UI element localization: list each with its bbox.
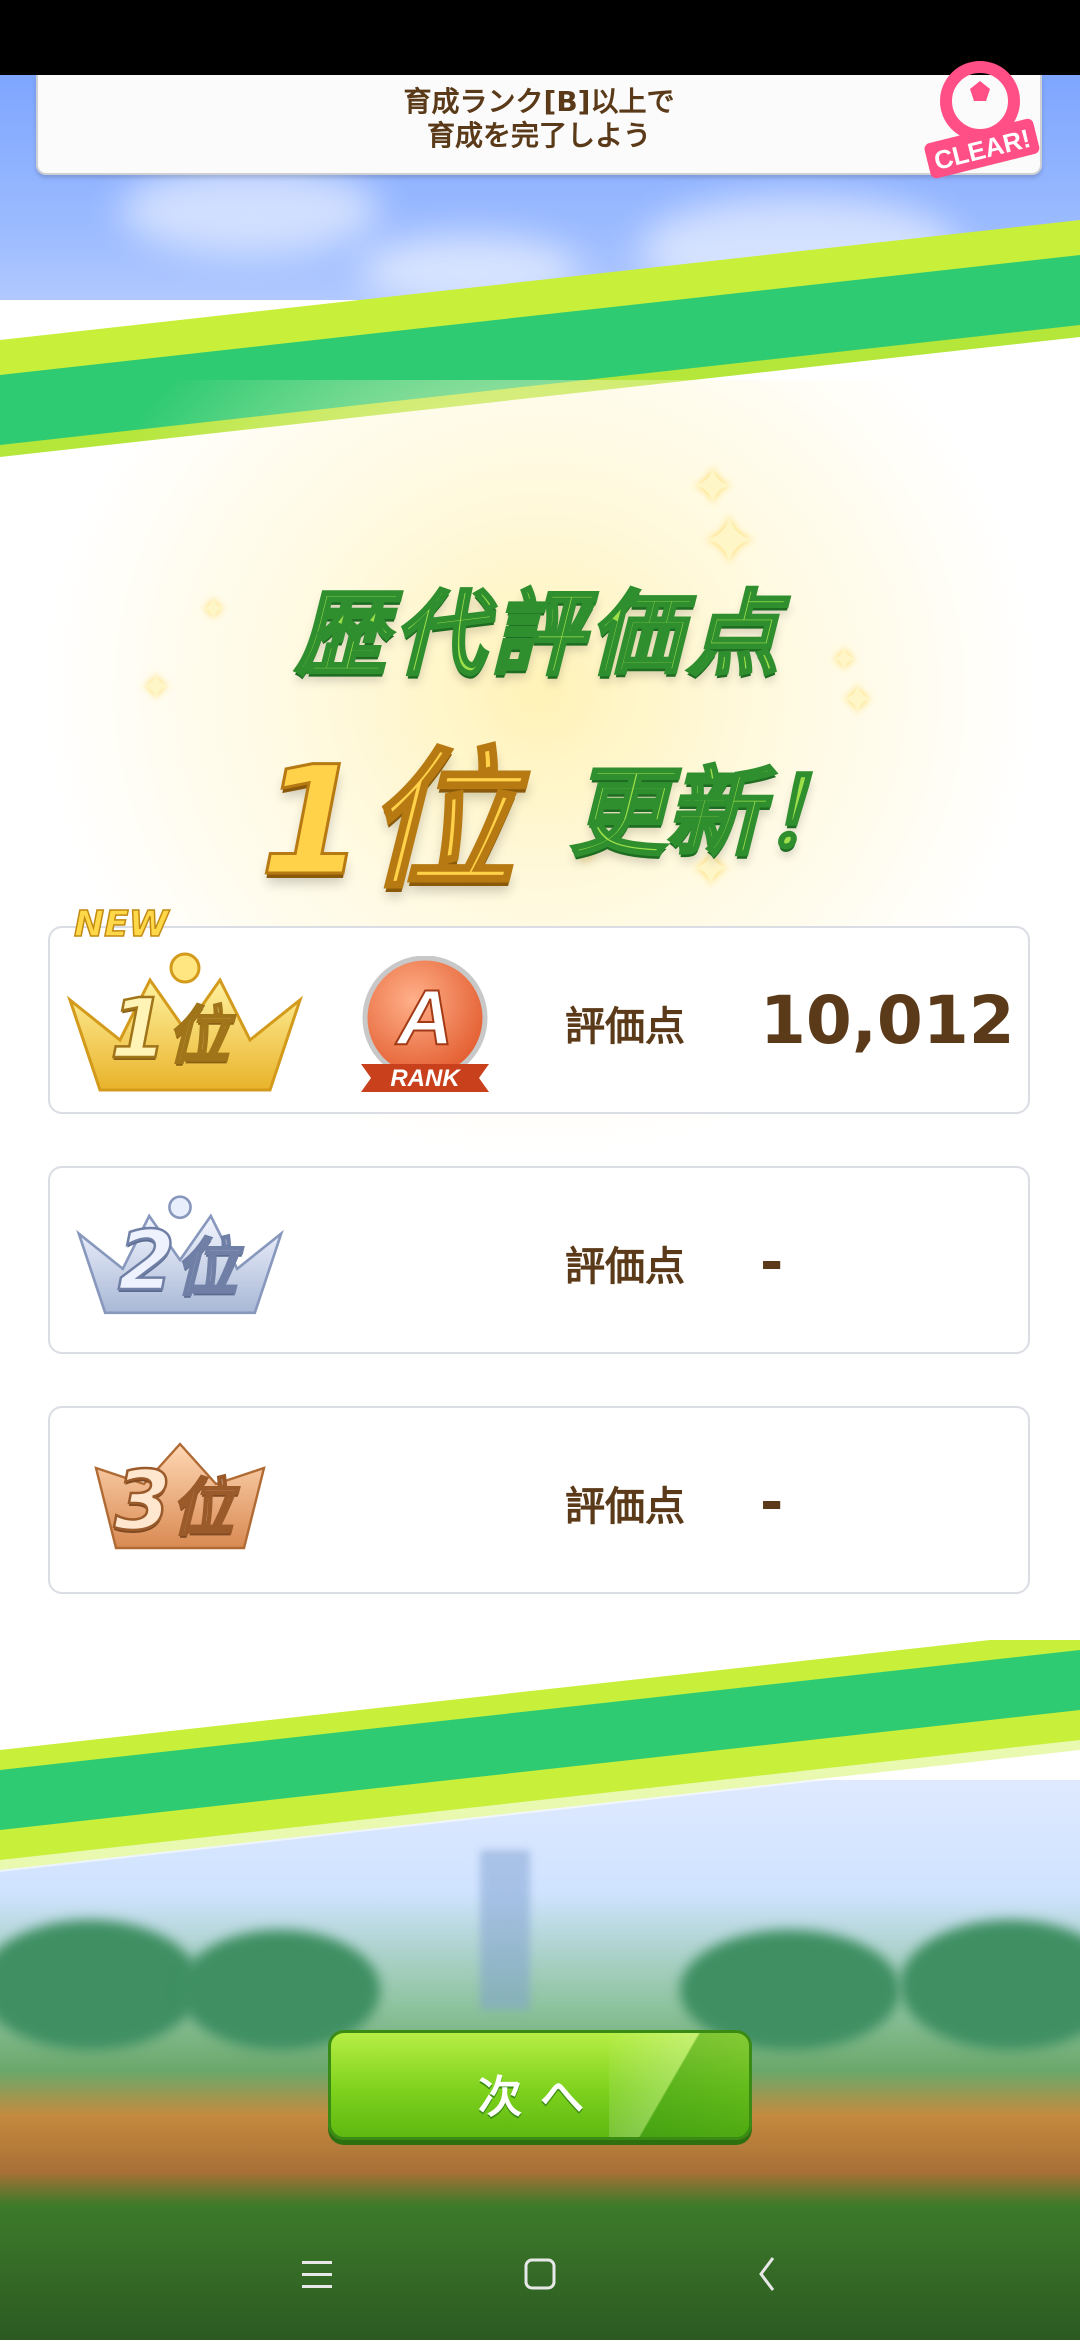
mission-line-1: 育成ランク[B]以上で [403, 85, 675, 118]
home-button[interactable] [480, 2210, 600, 2340]
bottom-stripes [0, 1640, 1080, 1872]
back-icon [759, 2257, 775, 2291]
score-label: 評価点 [565, 1484, 685, 1530]
back-button[interactable] [707, 2210, 827, 2340]
place-suffix: 位 [170, 1470, 235, 1546]
mission-banner: 育成ランク[B]以上で 育成を完了しよう CLEAR! [36, 61, 1042, 179]
place-suffix: 位 [166, 998, 231, 1074]
score-label: 評価点 [565, 1244, 685, 1290]
place-number: 2 [117, 1213, 177, 1311]
rank-letter: A [395, 973, 453, 1061]
place-suffix: 位 [174, 1230, 239, 1306]
menu-icon [302, 2261, 332, 2288]
score-value: 10,012 [760, 982, 1015, 1059]
rank-a-badge-icon: A RANK [361, 956, 489, 1092]
home-icon [524, 2258, 556, 2290]
place-label-3: 3位 [113, 1453, 235, 1551]
score-value: - [760, 1470, 784, 1535]
ranking-card-3: 3位 評価点 - [48, 1406, 1030, 1594]
headline-update: 更新！ [569, 756, 860, 871]
ranking-card-1: NEW 1位 A RANK 評価点 10,012 [48, 903, 1030, 1114]
clear-stamp-icon: CLEAR! [924, 61, 1040, 179]
mission-line-2: 育成を完了しよう [426, 119, 651, 152]
mission-text: 育成ランク[B]以上で 育成を完了しよう [38, 85, 1040, 153]
next-button[interactable]: 次へ [328, 2030, 752, 2140]
place-number: 3 [113, 1453, 173, 1551]
headline-rank: 1位 [258, 734, 515, 911]
ranking-card-2: 2位 評価点 - [48, 1166, 1030, 1354]
new-badge: NEW [73, 903, 169, 946]
place-label-1: 1位 [109, 981, 231, 1079]
place-label-2: 2位 [117, 1213, 239, 1311]
score-label: 評価点 [565, 1004, 685, 1050]
next-button-label: 次へ [478, 2072, 602, 2123]
headline-title: 歴代評価点 [293, 580, 785, 690]
recent-apps-button[interactable] [257, 2210, 377, 2340]
navigation-bar [0, 2210, 1080, 2340]
score-value: - [760, 1230, 784, 1295]
place-number: 1 [109, 981, 169, 1079]
rank-word: RANK [390, 1065, 461, 1092]
